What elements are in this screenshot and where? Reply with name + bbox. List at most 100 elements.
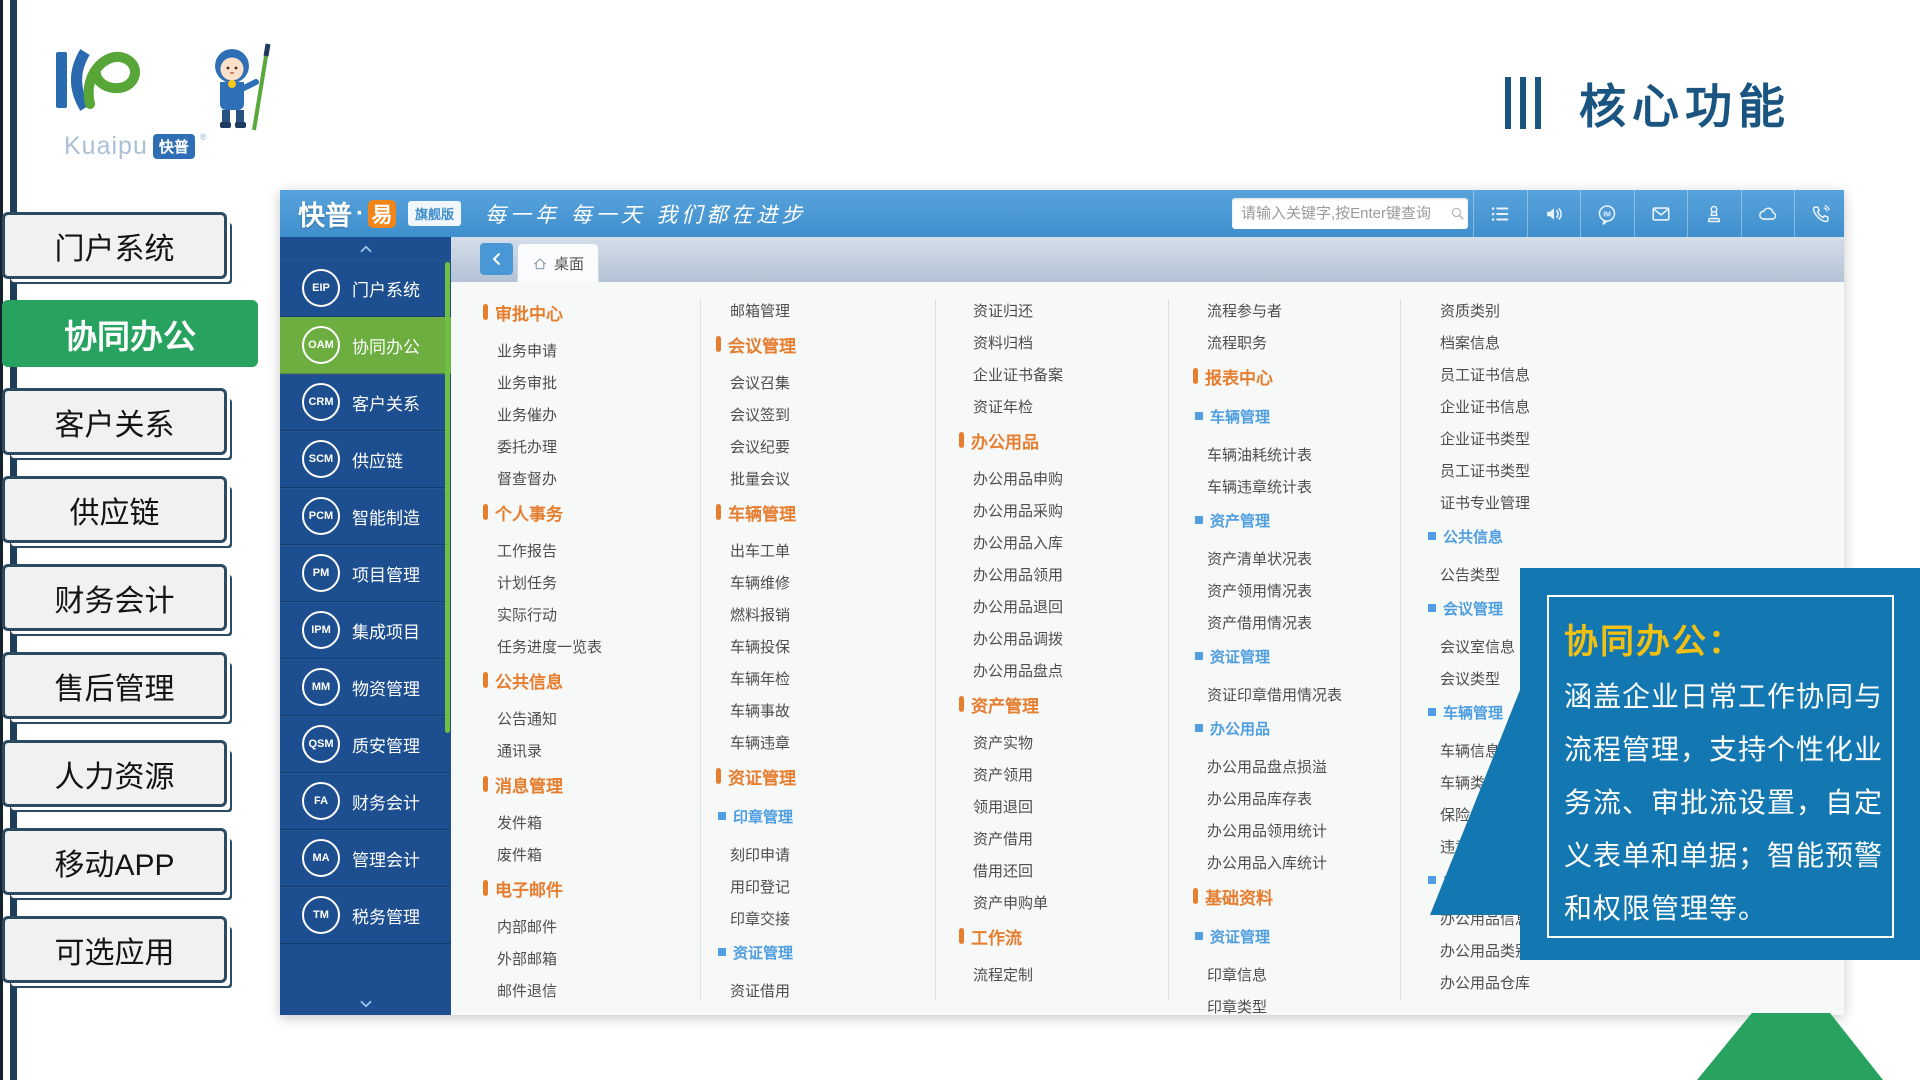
stamp-icon[interactable] [1687, 190, 1741, 237]
menu-item[interactable]: 办公用品领用统计 [1193, 816, 1418, 848]
menu-item[interactable]: 印章交接 [716, 904, 941, 936]
menu-item[interactable]: 车辆违章 [716, 728, 941, 760]
menu-item[interactable]: 流程职务 [1193, 328, 1418, 360]
menu-item[interactable]: 资产申购单 [959, 888, 1184, 920]
menu-subsection-header[interactable]: 资证管理 [716, 936, 941, 968]
menu-item[interactable]: 印章类型 [1193, 992, 1418, 1015]
menu-item[interactable]: 员工证书类型 [1426, 456, 1651, 488]
menu-section-header[interactable]: 办公用品 [959, 424, 1184, 456]
side-menu-item[interactable]: 客户关系 [2, 388, 227, 455]
sidebar-scrollbar[interactable] [445, 262, 450, 733]
menu-item[interactable]: 办公用品退回 [959, 592, 1184, 624]
menu-item[interactable]: 用印登记 [716, 872, 941, 904]
side-menu-item-active[interactable]: 协同办公 [2, 300, 258, 367]
list-icon[interactable] [1473, 190, 1527, 237]
mail-icon[interactable] [1634, 190, 1688, 237]
side-menu-item[interactable]: 门户系统 [2, 212, 227, 279]
menu-item[interactable]: 刻印申请 [716, 840, 941, 872]
menu-item[interactable]: 资证印章借用情况表 [1193, 680, 1418, 712]
search-input[interactable] [1232, 205, 1449, 222]
menu-item[interactable]: 督查督办 [483, 464, 708, 496]
menu-item[interactable]: 档案信息 [1426, 328, 1651, 360]
menu-item[interactable]: 办公用品盘点 [959, 656, 1184, 688]
phone-icon[interactable] [1794, 190, 1848, 237]
menu-section-header[interactable]: 资证管理 [716, 760, 941, 792]
module-item-oam[interactable]: OAM协同办公 [280, 317, 451, 374]
menu-item[interactable]: 资产实物 [959, 728, 1184, 760]
module-item-ma[interactable]: MA管理会计 [280, 830, 451, 887]
menu-item[interactable]: 员工证书信息 [1426, 360, 1651, 392]
menu-item[interactable]: 资证借用 [716, 976, 941, 1008]
module-item-ipm[interactable]: IPM集成项目 [280, 602, 451, 659]
menu-item[interactable]: 出车工单 [716, 536, 941, 568]
menu-item[interactable]: 资证年检 [959, 392, 1184, 424]
menu-item[interactable]: 资产清单状况表 [1193, 544, 1418, 576]
menu-item[interactable]: 资产借用情况表 [1193, 608, 1418, 640]
menu-item[interactable]: 企业证书备案 [959, 360, 1184, 392]
side-menu-item[interactable]: 售后管理 [2, 652, 227, 719]
menu-section-header[interactable]: 资产管理 [959, 688, 1184, 720]
menu-item[interactable]: 燃料报销 [716, 600, 941, 632]
menu-section-header[interactable]: 个人事务 [483, 496, 708, 528]
menu-item[interactable]: 办公用品入库 [959, 528, 1184, 560]
tab-desktop[interactable]: 桌面 [517, 243, 599, 283]
menu-subsection-header[interactable]: 车辆管理 [1193, 400, 1418, 432]
menu-item[interactable]: 会议纪要 [716, 432, 941, 464]
module-item-tm[interactable]: TM税务管理 [280, 887, 451, 944]
sidebar-scroll-down[interactable] [280, 993, 451, 1015]
menu-item[interactable]: 资产领用 [959, 760, 1184, 792]
speaker-icon[interactable] [1527, 190, 1581, 237]
menu-item[interactable]: 发件箱 [483, 808, 708, 840]
menu-item[interactable]: 实际行动 [483, 600, 708, 632]
menu-item[interactable]: 内部邮件 [483, 912, 708, 944]
menu-item[interactable]: 委托办理 [483, 432, 708, 464]
menu-item[interactable]: 业务催办 [483, 400, 708, 432]
menu-item[interactable]: 业务审批 [483, 368, 708, 400]
menu-item[interactable]: 公告通知 [483, 704, 708, 736]
menu-item[interactable]: 企业证书信息 [1426, 392, 1651, 424]
menu-item[interactable]: 资料归档 [959, 328, 1184, 360]
module-item-eip[interactable]: EIP门户系统 [280, 260, 451, 317]
menu-item[interactable]: 资产借用 [959, 824, 1184, 856]
menu-item[interactable]: 办公用品入库统计 [1193, 848, 1418, 880]
menu-subsection-header[interactable]: 资证管理 [1193, 920, 1418, 952]
menu-subsection-header[interactable]: 公共信息 [1426, 520, 1651, 552]
menu-subsection-header[interactable]: 资证管理 [1193, 640, 1418, 672]
menu-item[interactable]: 任务进度一览表 [483, 632, 708, 664]
menu-item[interactable]: 批量会议 [716, 464, 941, 496]
module-item-qsm[interactable]: QSM质安管理 [280, 716, 451, 773]
menu-item[interactable]: 车辆维修 [716, 568, 941, 600]
menu-section-header[interactable]: 工作流 [959, 920, 1184, 952]
menu-item[interactable]: 证书专业管理 [1426, 488, 1651, 520]
menu-section-header[interactable]: 报表中心 [1193, 360, 1418, 392]
menu-item[interactable]: 车辆投保 [716, 632, 941, 664]
side-menu-item[interactable]: 移动APP [2, 828, 227, 895]
menu-item[interactable]: 会议召集 [716, 368, 941, 400]
menu-item[interactable]: 办公用品采购 [959, 496, 1184, 528]
menu-item[interactable]: 领用退回 [959, 792, 1184, 824]
menu-item[interactable]: 办公用品仓库 [1426, 968, 1651, 1000]
menu-item[interactable]: 资产领用情况表 [1193, 576, 1418, 608]
module-item-pm[interactable]: PM项目管理 [280, 545, 451, 602]
menu-item[interactable]: 车辆违章统计表 [1193, 472, 1418, 504]
menu-item[interactable]: 办公用品库存表 [1193, 784, 1418, 816]
menu-subsection-header[interactable]: 办公用品 [1193, 712, 1418, 744]
im-icon[interactable]: IM [1580, 190, 1634, 237]
menu-section-header[interactable]: 电子邮件 [483, 872, 708, 904]
module-item-pcm[interactable]: PCM智能制造 [280, 488, 451, 545]
menu-item[interactable]: 办公用品调拨 [959, 624, 1184, 656]
side-menu-item[interactable]: 财务会计 [2, 564, 227, 631]
menu-item[interactable]: 计划任务 [483, 568, 708, 600]
module-item-fa[interactable]: FA财务会计 [280, 773, 451, 830]
menu-section-header[interactable]: 车辆管理 [716, 496, 941, 528]
menu-subsection-header[interactable]: 印章管理 [716, 800, 941, 832]
sidebar-scroll-up[interactable] [280, 237, 451, 260]
menu-section-header[interactable]: 公共信息 [483, 664, 708, 696]
menu-section-header[interactable]: 基础资料 [1193, 880, 1418, 912]
menu-section-header[interactable]: 审批中心 [483, 296, 708, 328]
menu-item[interactable]: 通讯录 [483, 736, 708, 768]
search-icon[interactable] [1449, 205, 1466, 222]
menu-section-header[interactable]: 消息管理 [483, 768, 708, 800]
menu-item[interactable]: 车辆年检 [716, 664, 941, 696]
menu-item[interactable]: 会议签到 [716, 400, 941, 432]
